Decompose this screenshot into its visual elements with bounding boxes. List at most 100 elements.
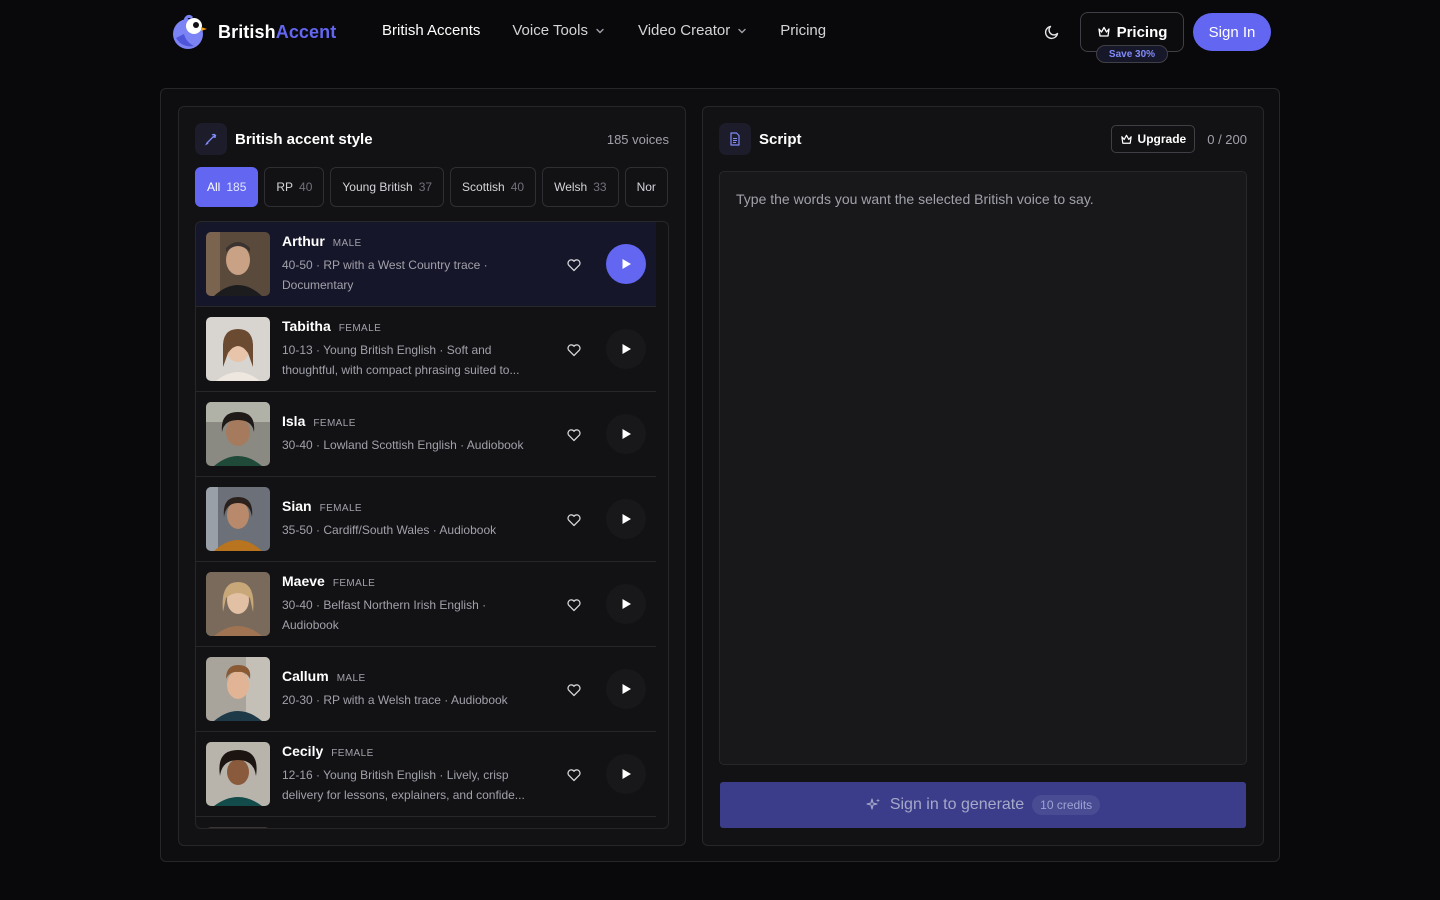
credits-badge: 10 credits bbox=[1032, 795, 1101, 815]
avatar bbox=[206, 742, 270, 806]
play-button[interactable] bbox=[606, 499, 646, 539]
nav-pricing[interactable]: Pricing bbox=[780, 22, 826, 39]
voice-gender: FEMALE bbox=[338, 323, 382, 334]
script-textarea[interactable]: Type the words you want the selected Bri… bbox=[719, 171, 1247, 765]
bird-logo-icon bbox=[173, 14, 207, 49]
voice-gender: FEMALE bbox=[313, 418, 356, 429]
heart-icon bbox=[567, 259, 581, 272]
avatar bbox=[206, 232, 270, 296]
nav-video-creator[interactable]: Video Creator bbox=[638, 22, 748, 39]
favorite-button[interactable] bbox=[564, 425, 584, 445]
favorite-button[interactable] bbox=[564, 340, 584, 360]
chevron-down-icon bbox=[596, 28, 604, 33]
voice-description: 20-30 · RP with a Welsh trace · Audioboo… bbox=[282, 693, 508, 707]
theme-toggle-button[interactable] bbox=[1038, 18, 1066, 46]
crown-icon bbox=[1120, 134, 1132, 144]
voice-count: 185 voices bbox=[606, 131, 669, 147]
voice-description: 35-50 · Cardiff/South Wales · Audiobook bbox=[282, 523, 497, 537]
avatar bbox=[206, 402, 270, 466]
voice-row-cecily[interactable]: Cecily FEMALE 12-16 · Young British Engli… bbox=[196, 732, 656, 817]
play-icon bbox=[622, 769, 631, 779]
main-workspace: British accent style 185 voices All 185 R… bbox=[160, 88, 1280, 862]
voice-row-partial[interactable] bbox=[196, 817, 656, 828]
heart-icon bbox=[567, 684, 581, 697]
chip-label: Nor bbox=[636, 180, 656, 194]
chip-count: 37 bbox=[418, 180, 433, 194]
sign-in-button[interactable]: Sign In bbox=[1193, 13, 1271, 51]
voice-row-callum[interactable]: Callum MALE 20-30 · RP with a Welsh trace… bbox=[196, 647, 656, 732]
filter-chip-all[interactable]: All 185 bbox=[195, 167, 259, 207]
voice-row-tabitha[interactable]: Tabitha FEMALE 10-13 · Young British Engl… bbox=[196, 307, 656, 392]
voice-gender: FEMALE bbox=[332, 578, 376, 589]
favorite-button[interactable] bbox=[564, 255, 584, 275]
generate-button[interactable]: Sign in to generate 10 credits bbox=[720, 782, 1246, 828]
brand-name-part2: Accent bbox=[275, 21, 337, 42]
accent-panel-title: British accent style bbox=[235, 130, 373, 148]
chip-count: 40 bbox=[299, 180, 313, 194]
voice-row-maeve[interactable]: Maeve FEMALE 30-40 · Belfast Northern Iri… bbox=[196, 562, 656, 647]
upgrade-button[interactable]: Upgrade bbox=[1110, 125, 1196, 153]
play-button[interactable] bbox=[606, 669, 646, 709]
favorite-button[interactable] bbox=[564, 595, 584, 615]
play-button[interactable] bbox=[606, 754, 646, 794]
brand-name: BritishAccent bbox=[218, 22, 336, 43]
filter-chip-welsh[interactable]: Welsh 33 bbox=[542, 167, 619, 207]
accent-panel-header: British accent style 185 voices bbox=[195, 123, 669, 155]
voice-info: Cecily FEMALE 12-16 · Young British Engli… bbox=[282, 743, 544, 805]
heart-icon bbox=[567, 599, 581, 612]
avatar bbox=[206, 827, 270, 828]
accent-filter-bar: All 185 RP 40 Young British 37 Scottish 40 W… bbox=[195, 167, 669, 207]
main-nav: British Accents Voice Tools Video Creato… bbox=[382, 22, 826, 39]
play-icon bbox=[622, 429, 631, 439]
play-icon bbox=[622, 514, 631, 524]
voice-info: Arthur MALE 40-50 · RP with a West Countr… bbox=[282, 233, 544, 295]
voice-info: Tabitha FEMALE 10-13 · Young British Engl… bbox=[282, 318, 544, 380]
nav-british-accents[interactable]: British Accents bbox=[382, 22, 480, 39]
voice-name: Maeve bbox=[282, 573, 325, 589]
voice-row-arthur[interactable]: Arthur MALE 40-50 · RP with a West Countr… bbox=[196, 222, 656, 307]
chip-count: 40 bbox=[510, 180, 525, 194]
avatar bbox=[206, 487, 270, 551]
chip-label: Welsh bbox=[554, 180, 588, 194]
chip-label: Young British bbox=[342, 180, 413, 194]
filter-chip-northern[interactable]: Nor bbox=[624, 167, 668, 207]
voice-name: Tabitha bbox=[282, 318, 331, 334]
document-icon bbox=[719, 123, 751, 155]
brand-name-part1: British bbox=[218, 21, 276, 42]
heart-icon bbox=[567, 429, 581, 442]
play-button[interactable] bbox=[606, 329, 646, 369]
accent-style-panel: British accent style 185 voices All 185 R… bbox=[178, 106, 686, 846]
nav-label: Video Creator bbox=[637, 22, 731, 39]
voice-row-isla[interactable]: Isla FEMALE 30-40 · Lowland Scottish Engl… bbox=[196, 392, 656, 477]
favorite-button[interactable] bbox=[564, 765, 584, 785]
voice-gender: MALE bbox=[332, 238, 362, 249]
play-icon bbox=[622, 684, 631, 694]
filter-chip-scottish[interactable]: Scottish 40 bbox=[450, 167, 537, 207]
heart-icon bbox=[567, 344, 581, 357]
favorite-button[interactable] bbox=[564, 510, 584, 530]
avatar bbox=[206, 572, 270, 636]
nav-voice-tools[interactable]: Voice Tools bbox=[512, 22, 606, 39]
nav-label: Pricing bbox=[780, 22, 827, 39]
filter-chip-rp[interactable]: RP 40 bbox=[264, 167, 325, 207]
filter-chip-young-british[interactable]: Young British 37 bbox=[330, 167, 445, 207]
voice-info: Sian FEMALE 35-50 · Cardiff/South Wales ·… bbox=[282, 498, 544, 540]
play-icon bbox=[622, 599, 631, 609]
play-button[interactable] bbox=[606, 584, 646, 624]
brand-logo[interactable]: BritishAccent bbox=[168, 12, 336, 52]
save-badge: Save 30% bbox=[1096, 45, 1168, 63]
voice-name: Callum bbox=[282, 668, 329, 684]
play-button[interactable] bbox=[606, 414, 646, 454]
voice-list[interactable]: Arthur MALE 40-50 · RP with a West Countr… bbox=[195, 221, 669, 829]
voice-name: Sian bbox=[282, 498, 312, 514]
heart-icon bbox=[567, 514, 581, 527]
pen-icon bbox=[195, 123, 227, 155]
play-icon bbox=[622, 344, 631, 354]
play-button[interactable] bbox=[606, 244, 646, 284]
voice-info: Maeve FEMALE 30-40 · Belfast Northern Iri… bbox=[282, 573, 544, 635]
voice-row-sian[interactable]: Sian FEMALE 35-50 · Cardiff/South Wales ·… bbox=[196, 477, 656, 562]
favorite-button[interactable] bbox=[564, 680, 584, 700]
voice-description: 30-40 · Lowland Scottish English · Audio… bbox=[282, 438, 524, 452]
voice-gender: FEMALE bbox=[319, 503, 362, 514]
top-header: BritishAccent British Accents Voice Tool… bbox=[0, 0, 1440, 64]
